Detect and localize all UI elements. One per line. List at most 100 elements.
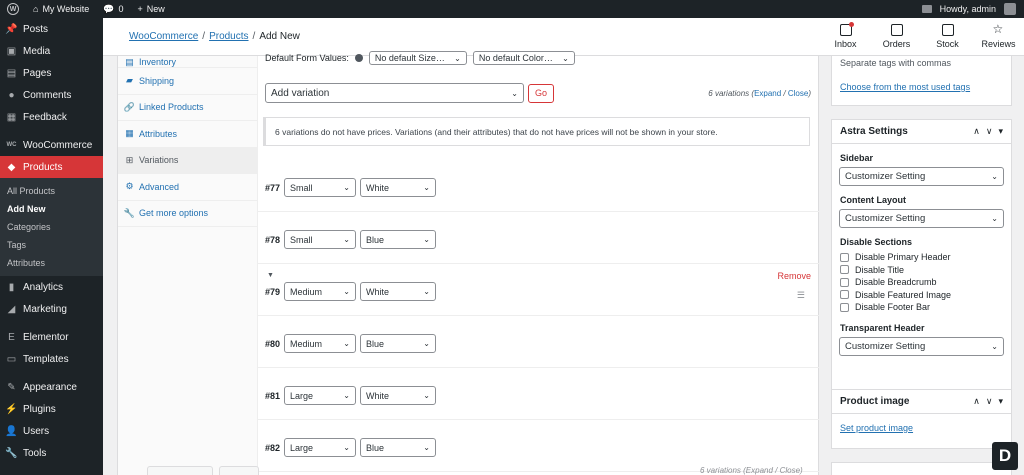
menu-appearance[interactable]: ✎ Appearance bbox=[0, 376, 103, 398]
size-select[interactable]: Large ⌄ bbox=[284, 438, 356, 457]
variation-row[interactable]: #82 Large ⌄ Blue ⌄ bbox=[258, 420, 819, 472]
disable-title-option[interactable]: Disable Title bbox=[840, 264, 1011, 277]
menu-elementor[interactable]: E Elementor bbox=[0, 326, 103, 348]
default-color-select[interactable]: No default Color… ⌄ bbox=[472, 51, 575, 65]
menu-products[interactable]: ◆ Products bbox=[0, 156, 103, 178]
size-select[interactable]: Small ⌄ bbox=[284, 178, 356, 197]
color-select[interactable]: White ⌄ bbox=[360, 178, 436, 197]
nav-inbox[interactable]: Inbox bbox=[820, 18, 871, 56]
new-content-link[interactable]: + New bbox=[131, 0, 172, 18]
disable-footer-bar-option[interactable]: Disable Footer Bar bbox=[840, 301, 1011, 314]
help-icon[interactable] bbox=[354, 54, 363, 62]
menu-media[interactable]: ▣ Media bbox=[0, 40, 103, 62]
menu-marketing[interactable]: ◢ Marketing bbox=[0, 298, 103, 320]
size-select[interactable]: Small ⌄ bbox=[284, 230, 356, 249]
appearance-icon: ✎ bbox=[7, 381, 16, 393]
size-select[interactable]: Medium ⌄ bbox=[284, 334, 356, 353]
chevron-down-icon: ⌄ bbox=[562, 53, 569, 63]
astra-settings-header[interactable]: Astra Settings ∧ ∨ ▾ bbox=[832, 120, 1011, 144]
color-select[interactable]: White ⌄ bbox=[360, 282, 436, 301]
transparent-header-select[interactable]: Customizer Setting ⌄ bbox=[839, 336, 1004, 356]
submenu-tags[interactable]: Tags bbox=[0, 236, 103, 254]
submenu-all-products[interactable]: All Products bbox=[0, 182, 103, 200]
go-button[interactable]: Go bbox=[528, 83, 554, 103]
move-up-icon[interactable]: ∧ bbox=[973, 396, 980, 407]
save-changes-button[interactable] bbox=[147, 466, 213, 475]
save-buttons-partial bbox=[147, 466, 259, 475]
tab-shipping[interactable]: ▰ Shipping bbox=[118, 68, 257, 95]
color-select[interactable]: Blue ⌄ bbox=[360, 438, 436, 457]
tab-attributes[interactable]: ▦ Attributes bbox=[118, 121, 257, 148]
variation-row[interactable]: #80 Medium ⌄ Blue ⌄ bbox=[258, 316, 819, 368]
wp-logo-menu[interactable]: W bbox=[0, 0, 26, 18]
howdy-user[interactable]: Howdy, admin bbox=[940, 4, 996, 14]
menu-plugins[interactable]: ⚡ Plugins bbox=[0, 398, 103, 420]
avatar[interactable] bbox=[1004, 3, 1016, 15]
color-select[interactable]: Blue ⌄ bbox=[360, 230, 436, 249]
menu-woocommerce[interactable]: WC WooCommerce bbox=[0, 134, 103, 156]
submenu-categories[interactable]: Categories bbox=[0, 218, 103, 236]
menu-comments[interactable]: ● Comments bbox=[0, 84, 103, 106]
checkbox[interactable] bbox=[840, 265, 849, 275]
menu-feedback[interactable]: ▦ Feedback bbox=[0, 106, 103, 128]
breadcrumb-woocommerce[interactable]: WooCommerce bbox=[129, 31, 198, 42]
size-select[interactable]: Large ⌄ bbox=[284, 386, 356, 405]
menu-tools[interactable]: 🔧 Tools bbox=[0, 442, 103, 464]
menu-pages[interactable]: ▤ Pages bbox=[0, 62, 103, 84]
variation-row-hovered[interactable]: ▼ Remove #79 Medium ⌄ White ⌄ ☰ bbox=[258, 264, 819, 316]
site-name-link[interactable]: ⌂ My Website bbox=[26, 0, 96, 18]
screen-icon[interactable] bbox=[921, 5, 932, 13]
breadcrumb-products[interactable]: Products bbox=[209, 31, 248, 42]
product-image-header[interactable]: Product image ∧ ∨ ▾ bbox=[832, 390, 1011, 414]
default-size-select[interactable]: No default Size… ⌄ bbox=[368, 51, 467, 65]
tab-get-more-options[interactable]: 🔧 Get more options bbox=[118, 201, 257, 227]
menu-users[interactable]: 👤 Users bbox=[0, 420, 103, 442]
tab-linked-products[interactable]: 🔗 Linked Products bbox=[118, 95, 257, 121]
menu-analytics[interactable]: ▮ Analytics bbox=[0, 276, 103, 298]
nav-orders[interactable]: Orders bbox=[871, 18, 922, 56]
variation-row[interactable]: #78 Small ⌄ Blue ⌄ bbox=[258, 212, 819, 264]
expand-link[interactable]: Expand bbox=[754, 89, 781, 98]
disable-primary-header-option[interactable]: Disable Primary Header bbox=[840, 251, 1011, 264]
content-layout-select[interactable]: Customizer Setting ⌄ bbox=[839, 209, 1004, 228]
chevron-down-icon: ⌄ bbox=[423, 183, 430, 192]
tab-inventory[interactable]: ▤ Inventory bbox=[118, 56, 257, 68]
disable-featured-image-option[interactable]: Disable Featured Image bbox=[840, 289, 1011, 302]
menu-templates[interactable]: ▭ Templates bbox=[0, 348, 103, 370]
checkbox[interactable] bbox=[840, 290, 849, 300]
toggle-icon[interactable]: ▾ bbox=[998, 396, 1003, 407]
set-product-image-link[interactable]: Set product image bbox=[840, 423, 1011, 433]
variation-id: #77 bbox=[265, 183, 281, 193]
move-up-icon[interactable]: ∧ bbox=[973, 126, 980, 137]
remove-variation-link[interactable]: Remove bbox=[777, 271, 811, 281]
menu-posts[interactable]: 📌 Posts bbox=[0, 18, 103, 40]
disable-breadcrumb-option[interactable]: Disable Breadcrumb bbox=[840, 276, 1011, 289]
checkbox[interactable] bbox=[840, 252, 849, 262]
variation-id: #78 bbox=[265, 235, 281, 245]
submenu-add-new[interactable]: Add New bbox=[0, 200, 103, 218]
add-variation-select[interactable]: Add variation ⌄ bbox=[265, 83, 524, 103]
submenu-attributes[interactable]: Attributes bbox=[0, 254, 103, 272]
nav-reviews[interactable]: ☆ Reviews bbox=[973, 18, 1024, 56]
cancel-button[interactable] bbox=[219, 466, 259, 475]
move-down-icon[interactable]: ∨ bbox=[986, 126, 993, 137]
comments-link[interactable]: 💬 0 bbox=[96, 0, 130, 18]
toggle-icon[interactable]: ▾ bbox=[998, 126, 1003, 137]
variation-row[interactable]: #77 Small ⌄ White ⌄ bbox=[258, 160, 819, 212]
move-down-icon[interactable]: ∨ bbox=[986, 396, 993, 407]
checkbox[interactable] bbox=[840, 277, 849, 287]
sidebar-select[interactable]: Customizer Setting ⌄ bbox=[839, 167, 1004, 186]
color-select[interactable]: White ⌄ bbox=[360, 386, 436, 405]
nav-stock[interactable]: Stock bbox=[922, 18, 973, 56]
drag-handle-icon[interactable]: ☰ bbox=[797, 290, 805, 301]
most-used-tags-link[interactable]: Choose from the most used tags bbox=[840, 82, 1003, 92]
color-select[interactable]: Blue ⌄ bbox=[360, 334, 436, 353]
variation-row[interactable]: #81 Large ⌄ White ⌄ bbox=[258, 368, 819, 420]
tab-advanced[interactable]: ⚙ Advanced bbox=[118, 174, 257, 201]
close-link[interactable]: Close bbox=[788, 89, 808, 98]
checkbox[interactable] bbox=[840, 302, 849, 312]
tab-variations[interactable]: ⊞ Variations bbox=[118, 147, 257, 174]
collapse-toggle-icon[interactable]: ▼ bbox=[267, 272, 274, 279]
chevron-down-icon: ⌄ bbox=[343, 391, 350, 400]
size-select[interactable]: Medium ⌄ bbox=[284, 282, 356, 301]
